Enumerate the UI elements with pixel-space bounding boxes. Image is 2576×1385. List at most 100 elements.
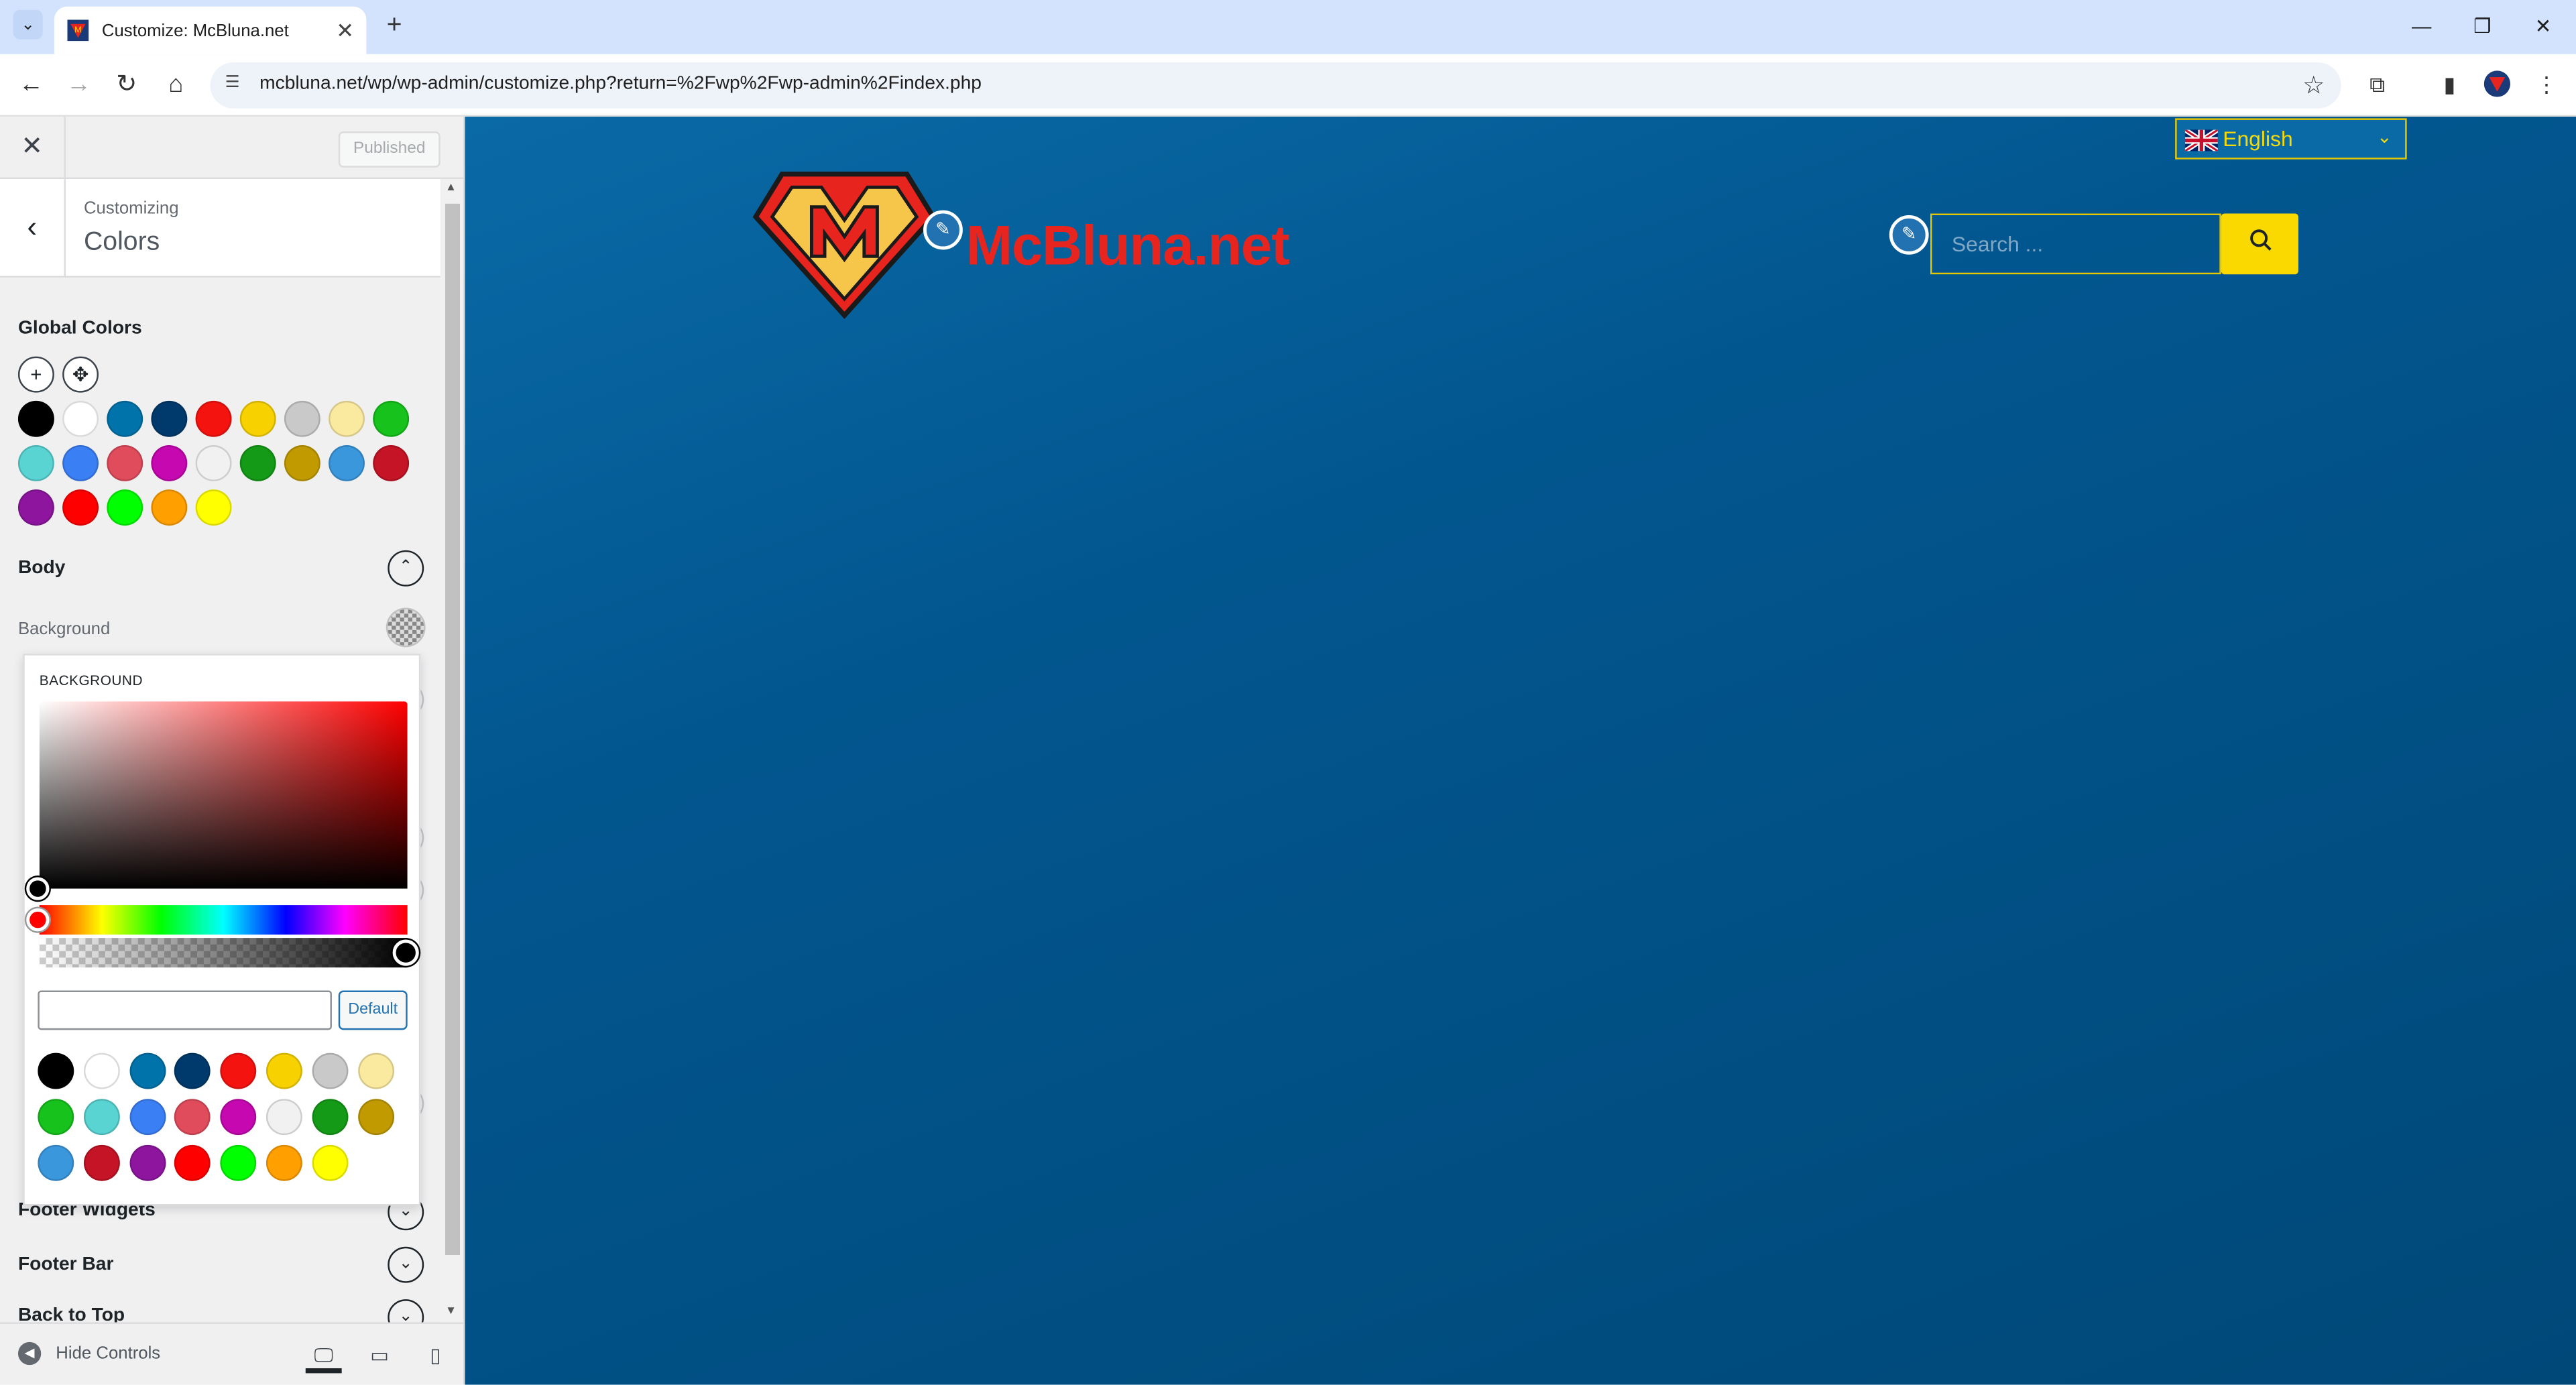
picker-color-swatch[interactable] <box>266 1052 302 1089</box>
color-swatch[interactable] <box>284 445 320 481</box>
color-swatch[interactable] <box>151 489 188 526</box>
scroll-down-icon[interactable]: ▼ <box>445 1306 457 1317</box>
picker-color-swatch[interactable] <box>83 1052 120 1089</box>
bookmark-star-icon[interactable]: ☆ <box>2302 70 2325 101</box>
search-input[interactable] <box>1930 213 2221 275</box>
saturation-handle[interactable] <box>26 877 50 900</box>
window-close-icon[interactable]: ✕ <box>2526 10 2559 43</box>
edit-pencil-icon[interactable]: ✎ <box>1889 215 1929 255</box>
tablet-preview-icon[interactable]: ▭ <box>361 1337 398 1374</box>
picker-color-swatch[interactable] <box>312 1052 348 1089</box>
reload-icon[interactable]: ↻ <box>110 69 143 102</box>
browser-tab[interactable]: M Customize: McBluna.net ✕ <box>54 6 367 54</box>
picker-color-swatch[interactable] <box>83 1144 120 1181</box>
color-swatch[interactable] <box>373 400 410 437</box>
color-swatch[interactable] <box>107 400 143 437</box>
background-color-swatch[interactable] <box>388 609 424 646</box>
tab-search-button[interactable]: ⌄ <box>13 9 43 40</box>
color-swatch[interactable] <box>151 445 188 481</box>
picker-color-swatch[interactable] <box>129 1052 166 1089</box>
color-swatch[interactable] <box>17 489 54 526</box>
side-panel-icon[interactable]: ▮ <box>2435 70 2464 100</box>
picker-color-swatch[interactable] <box>312 1099 348 1136</box>
hue-handle[interactable] <box>26 908 50 932</box>
picker-color-swatch[interactable] <box>312 1144 348 1181</box>
chevron-up-icon[interactable]: ⌃ <box>388 550 424 587</box>
sidebar-scrollbar[interactable]: ▲ ▼ <box>440 179 463 1323</box>
color-swatch[interactable] <box>284 400 320 437</box>
alpha-handle[interactable] <box>392 939 419 966</box>
color-swatch[interactable] <box>329 445 365 481</box>
site-logo[interactable] <box>752 171 937 319</box>
back-chevron-icon[interactable]: ‹ <box>0 179 66 278</box>
color-swatch[interactable] <box>195 489 232 526</box>
picker-color-swatch[interactable] <box>38 1052 74 1089</box>
hue-slider[interactable] <box>39 905 408 935</box>
picker-color-swatch[interactable] <box>174 1144 211 1181</box>
color-swatch[interactable] <box>239 400 276 437</box>
color-swatch[interactable] <box>17 400 54 437</box>
search-button[interactable] <box>2221 213 2298 275</box>
close-customizer-icon[interactable]: ✕ <box>0 116 66 178</box>
picker-color-swatch[interactable] <box>38 1099 74 1136</box>
picker-color-swatch[interactable] <box>220 1099 257 1136</box>
hide-controls-icon[interactable]: ◀ <box>17 1341 42 1366</box>
global-colors-label: Global Colors <box>17 318 142 339</box>
picker-color-swatch[interactable] <box>174 1099 211 1136</box>
search-icon <box>2249 229 2271 251</box>
picker-color-swatch[interactable] <box>266 1099 302 1136</box>
move-colors-icon[interactable]: ✥ <box>62 356 99 393</box>
publish-button[interactable]: Published <box>338 131 441 168</box>
language-selector[interactable]: English ⌄ <box>2175 118 2407 160</box>
extensions-icon[interactable]: ⧉ <box>2362 70 2392 100</box>
minimize-icon[interactable]: — <box>2405 10 2438 43</box>
forward-arrow-icon[interactable]: → <box>62 69 95 102</box>
color-swatch[interactable] <box>151 400 188 437</box>
picker-color-swatch[interactable] <box>129 1144 166 1181</box>
browser-toolbar: ← → ↻ ⌂ ☰ mcbluna.net/wp/wp-admin/custom… <box>0 54 2576 117</box>
picker-color-swatch[interactable] <box>220 1144 257 1181</box>
restore-icon[interactable]: ❐ <box>2466 10 2499 43</box>
section-title: Colors <box>83 228 160 257</box>
scroll-thumb[interactable] <box>445 203 461 1255</box>
saturation-value-area[interactable] <box>39 701 408 889</box>
color-swatch[interactable] <box>329 400 365 437</box>
menu-kebab-icon[interactable]: ⋮ <box>2532 70 2561 100</box>
picker-color-swatch[interactable] <box>357 1052 394 1089</box>
picker-color-swatch[interactable] <box>38 1144 74 1181</box>
chevron-down-icon[interactable]: ⌄ <box>388 1246 424 1283</box>
hide-controls-button[interactable]: Hide Controls <box>56 1343 160 1363</box>
picker-color-swatch[interactable] <box>357 1099 394 1136</box>
picker-color-swatch[interactable] <box>220 1052 257 1089</box>
picker-color-swatch[interactable] <box>83 1099 120 1136</box>
site-info-icon[interactable]: ☰ <box>225 74 248 97</box>
new-tab-button[interactable]: + <box>379 11 409 41</box>
site-title[interactable]: McBluna.net <box>966 215 1290 280</box>
edit-pencil-icon[interactable]: ✎ <box>923 210 963 250</box>
address-bar[interactable]: ☰ mcbluna.net/wp/wp-admin/customize.php?… <box>210 62 2341 109</box>
color-swatch[interactable] <box>62 489 99 526</box>
add-color-icon[interactable]: + <box>17 356 54 393</box>
picker-color-swatch[interactable] <box>174 1052 211 1089</box>
color-swatch[interactable] <box>373 445 410 481</box>
picker-color-swatch[interactable] <box>129 1099 166 1136</box>
tab-close-icon[interactable]: ✕ <box>333 18 356 42</box>
color-swatch[interactable] <box>239 445 276 481</box>
color-swatch[interactable] <box>195 400 232 437</box>
alpha-slider[interactable] <box>39 938 408 968</box>
scroll-up-icon[interactable]: ▲ <box>445 182 457 194</box>
color-swatch[interactable] <box>107 489 143 526</box>
home-icon[interactable]: ⌂ <box>160 69 192 102</box>
profile-avatar[interactable] <box>2482 70 2512 100</box>
desktop-preview-icon[interactable]: 🖵 <box>305 1337 342 1374</box>
color-swatch[interactable] <box>62 400 99 437</box>
default-button[interactable]: Default <box>338 990 408 1030</box>
picker-color-swatch[interactable] <box>266 1144 302 1181</box>
back-arrow-icon[interactable]: ← <box>15 69 48 102</box>
color-swatch[interactable] <box>195 445 232 481</box>
hex-color-input[interactable] <box>38 990 332 1030</box>
color-swatch[interactable] <box>107 445 143 481</box>
color-swatch[interactable] <box>17 445 54 481</box>
mobile-preview-icon[interactable]: ▯ <box>417 1337 453 1374</box>
color-swatch[interactable] <box>62 445 99 481</box>
